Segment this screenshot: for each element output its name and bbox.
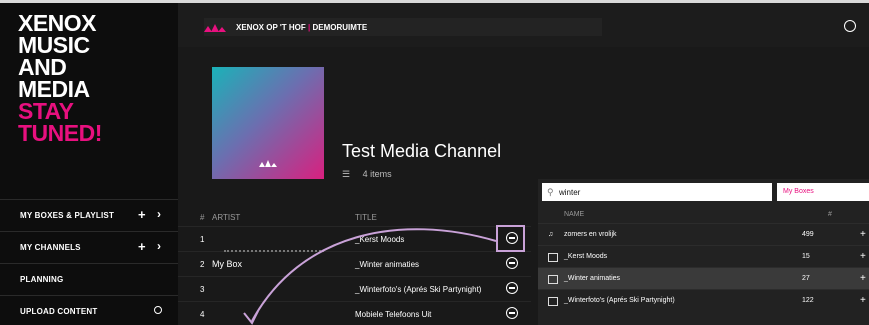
row-number: 4 [200, 310, 205, 319]
add-icon[interactable]: + [860, 273, 866, 284]
sidebar-item-upload-content[interactable]: UPLOAD CONTENT [0, 295, 178, 325]
top-bar: XENOX OP 'T HOF | DEMORUIMTE [178, 3, 869, 47]
upload-status-icon [154, 306, 162, 314]
row-number: 1 [200, 235, 205, 244]
add-icon[interactable]: + [138, 239, 146, 254]
header-title: XENOX OP 'T HOF | DEMORUIMTE [236, 23, 367, 32]
search-value: winter [559, 188, 581, 197]
source-select-value: My Boxes [783, 188, 814, 195]
picker-row-name: _Winter animaties [564, 275, 621, 282]
row-artist: My Box [212, 259, 243, 269]
sidebar-item-planning[interactable]: PLANNING [0, 263, 178, 296]
items-count: ☰ 4 items [342, 169, 392, 180]
channel-title: Test Media Channel [342, 141, 502, 161]
chevron-right-icon[interactable]: › [157, 207, 161, 221]
table-header: # ARTIST TITLE [178, 206, 531, 226]
column-header-artist[interactable]: ARTIST [212, 213, 240, 222]
xenox-logo-icon [259, 160, 277, 167]
search-input[interactable]: ⚲ winter [542, 183, 772, 201]
location-name: XENOX OP 'T HOF [236, 23, 306, 32]
header-separator: | [308, 23, 311, 32]
app-window: XENOX MUSIC AND MEDIA STAY TUNED! MY BOX… [0, 3, 869, 325]
row-number: 3 [200, 285, 205, 294]
add-icon[interactable]: + [860, 229, 866, 240]
picker-row[interactable]: _Winter animaties 27 + [538, 267, 869, 290]
redacted-text [224, 250, 324, 253]
picker-header: NAME # [538, 207, 869, 223]
row-number: 2 [200, 260, 205, 269]
row-title: _Winter animaties [355, 260, 420, 269]
column-header-name[interactable]: NAME [564, 211, 584, 218]
picker-row-count: 499 [802, 231, 814, 238]
picker-row-name: zomers en vrolijk [564, 231, 617, 238]
source-select[interactable]: My Boxes [777, 183, 869, 201]
user-icon[interactable] [844, 20, 856, 32]
remove-icon[interactable] [506, 232, 518, 244]
brand-line: MUSIC [18, 32, 90, 58]
room-name: DEMORUIMTE [312, 23, 368, 32]
picker-row-name: _Winterfoto's (Aprés Ski Partynight) [564, 297, 675, 304]
box-icon [548, 275, 558, 284]
brand-tagline: TUNED! [18, 120, 102, 146]
items-count-label: 4 items [362, 169, 392, 179]
channel-items-table: # ARTIST TITLE 1 _Kerst Moods 2 My Box _… [178, 206, 531, 325]
row-title: Mobiele Telefoons Uit [355, 310, 432, 319]
add-icon[interactable]: + [860, 295, 866, 306]
remove-icon[interactable] [506, 307, 518, 319]
table-row[interactable]: 2 My Box _Winter animaties [178, 251, 531, 276]
table-row[interactable]: 3 _Winterfoto's (Aprés Ski Partynight) [178, 276, 531, 301]
column-header-num: # [200, 213, 205, 222]
brand-logo: XENOX MUSIC AND MEDIA STAY TUNED! [18, 10, 102, 146]
sidebar-item-my-channels[interactable]: MY CHANNELS + › [0, 231, 178, 264]
remove-icon[interactable] [506, 257, 518, 269]
picker-row-count: 15 [802, 253, 810, 260]
brand-tagline: STAY [18, 98, 74, 124]
content-picker-panel: ⚲ winter My Boxes NAME # ♫ zomers en vro… [538, 179, 869, 325]
picker-row-name: _Kerst Moods [564, 253, 608, 260]
xenox-logo-icon [204, 24, 226, 32]
picker-row-count: 122 [802, 297, 814, 304]
picker-row[interactable]: ♫ zomers en vrolijk 499 + [538, 223, 869, 246]
picker-row[interactable]: _Kerst Moods 15 + [538, 245, 869, 268]
sidebar: XENOX MUSIC AND MEDIA STAY TUNED! MY BOX… [0, 3, 178, 325]
brand-line: AND [18, 54, 67, 80]
picker-row[interactable]: _Winterfoto's (Aprés Ski Partynight) 122… [538, 289, 869, 312]
brand-line: MEDIA [18, 76, 90, 102]
box-icon [548, 297, 558, 306]
table-row[interactable]: 4 Mobiele Telefoons Uit [178, 301, 531, 325]
sidebar-item-label: MY CHANNELS [20, 243, 81, 252]
sidebar-item-label: UPLOAD CONTENT [20, 307, 98, 316]
list-icon: ☰ [342, 169, 351, 179]
box-icon [548, 253, 558, 262]
music-icon: ♫ [548, 231, 554, 238]
sidebar-item-label: PLANNING [20, 275, 64, 284]
channel-cover-image [212, 67, 324, 179]
row-title: _Kerst Moods [355, 235, 405, 244]
picker-row-count: 27 [802, 275, 810, 282]
remove-icon[interactable] [506, 282, 518, 294]
table-row[interactable]: 1 _Kerst Moods [178, 226, 531, 251]
row-title: _Winterfoto's (Aprés Ski Partynight) [355, 285, 482, 294]
column-header-count[interactable]: # [828, 211, 832, 218]
sidebar-item-label: MY BOXES & PLAYLIST [20, 211, 115, 220]
brand-line: XENOX [18, 10, 97, 36]
column-header-title[interactable]: TITLE [355, 213, 377, 222]
add-icon[interactable]: + [860, 251, 866, 262]
search-icon: ⚲ [547, 187, 554, 197]
add-icon[interactable]: + [138, 207, 146, 222]
main-content: XENOX OP 'T HOF | DEMORUIMTE Test Media … [178, 3, 869, 325]
chevron-right-icon[interactable]: › [157, 239, 161, 253]
sidebar-item-my-boxes[interactable]: MY BOXES & PLAYLIST + › [0, 199, 178, 232]
